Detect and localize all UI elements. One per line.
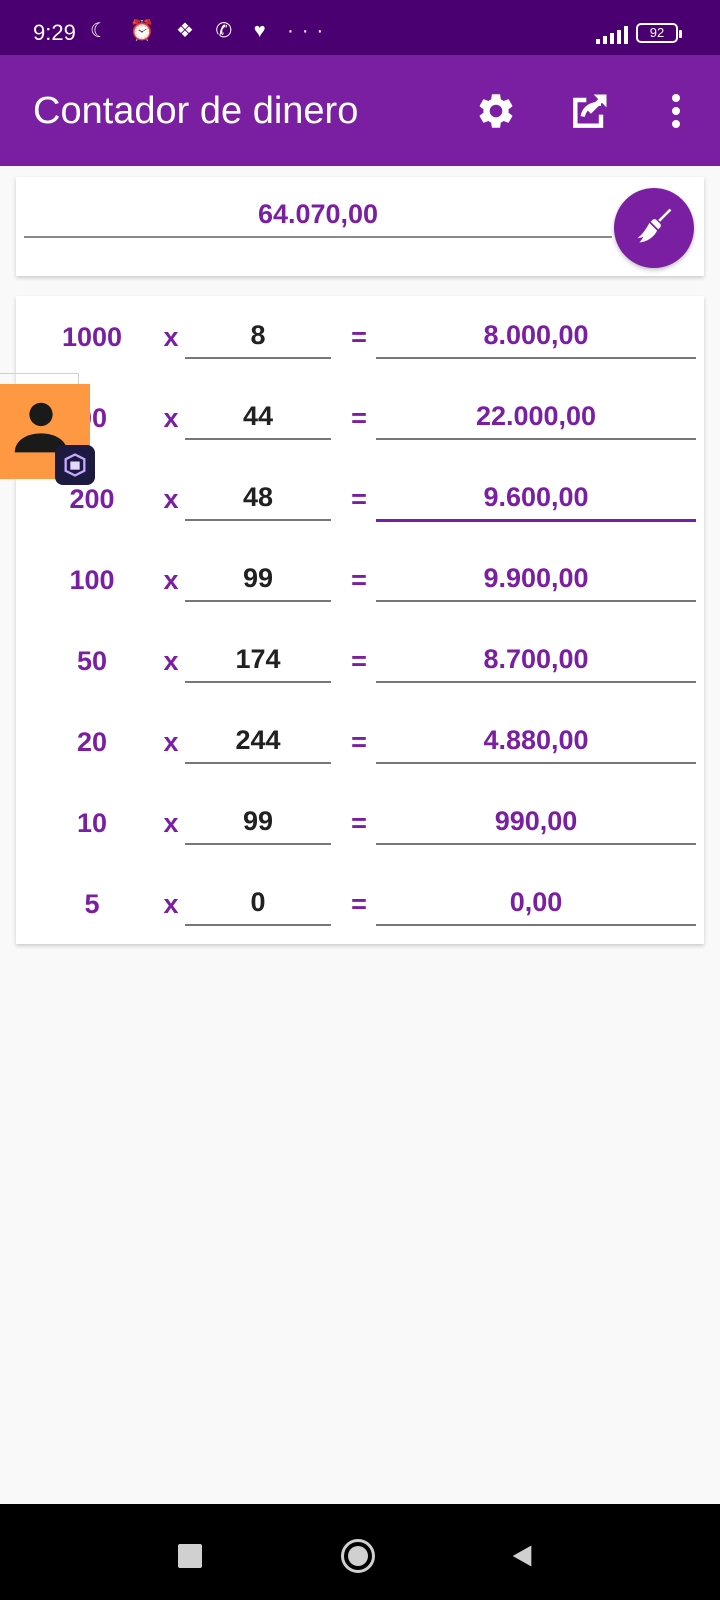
notification-icons: ☾ ⏰ ❖ ✆ ♥ ··· bbox=[90, 20, 332, 42]
subtotal-field[interactable]: 9.900,00 bbox=[376, 563, 696, 602]
quantity-input[interactable]: 99 bbox=[185, 563, 331, 602]
subtotal-field[interactable]: 8.700,00 bbox=[376, 644, 696, 683]
denomination-label: 1000 bbox=[61, 322, 123, 352]
total-card: 64.070,00 bbox=[16, 177, 704, 276]
home-circle-icon[interactable] bbox=[340, 1538, 376, 1574]
subtotal-field[interactable]: 22.000,00 bbox=[376, 401, 696, 440]
total-amount-field[interactable]: 64.070,00 bbox=[24, 199, 612, 238]
subtotal-field[interactable]: 0,00 bbox=[376, 887, 696, 926]
status-bar: 9:29 ☾ ⏰ ❖ ✆ ♥ ··· 92 bbox=[0, 0, 720, 55]
quantity-input[interactable]: 8 bbox=[185, 320, 331, 359]
list-item: 00 x 44 = 22.000,00 bbox=[16, 377, 704, 458]
share-icon[interactable] bbox=[566, 87, 614, 135]
quantity-input[interactable]: 174 bbox=[185, 644, 331, 683]
battery-level: 92 bbox=[649, 25, 665, 40]
subtotal-field[interactable]: 9.600,00 bbox=[376, 482, 696, 522]
subtotal-field[interactable]: 8.000,00 bbox=[376, 320, 696, 359]
denomination-label: 200 bbox=[69, 484, 115, 514]
multiply-sign: x bbox=[163, 727, 179, 757]
list-item: 100 x 99 = 9.900,00 bbox=[16, 539, 704, 620]
signal-icon bbox=[596, 24, 628, 44]
app-bar: Contador de dinero bbox=[0, 55, 720, 166]
recents-square-icon[interactable] bbox=[172, 1538, 208, 1574]
subtotal-field[interactable]: 990,00 bbox=[376, 806, 696, 845]
quantity-input[interactable]: 244 bbox=[185, 725, 331, 764]
multiply-sign: x bbox=[163, 646, 179, 676]
list-item: 5 x 0 = 0,00 bbox=[16, 863, 704, 944]
subtotal-field[interactable]: 4.880,00 bbox=[376, 725, 696, 764]
denomination-label: 20 bbox=[76, 727, 108, 757]
app-title: Contador de dinero bbox=[33, 90, 359, 132]
more-vert-icon[interactable] bbox=[652, 87, 700, 135]
list-item: 50 x 174 = 8.700,00 bbox=[16, 620, 704, 701]
quantity-input[interactable]: 48 bbox=[185, 482, 331, 521]
denomination-label: 10 bbox=[76, 808, 108, 838]
settings-icon[interactable] bbox=[472, 87, 520, 135]
list-item: 10 x 99 = 990,00 bbox=[16, 782, 704, 863]
multiply-sign: x bbox=[163, 565, 179, 595]
system-nav-bar bbox=[0, 1504, 720, 1600]
battery-icon: 92 bbox=[636, 23, 682, 43]
quantity-input[interactable]: 0 bbox=[185, 887, 331, 926]
list-item: 1000 x 8 = 8.000,00 bbox=[16, 296, 704, 377]
back-triangle-icon[interactable] bbox=[504, 1538, 540, 1574]
multiply-sign: x bbox=[163, 808, 179, 838]
multiply-sign: x bbox=[163, 484, 179, 514]
denomination-label: 50 bbox=[76, 646, 108, 676]
app-badge-icon bbox=[55, 445, 95, 485]
multiply-sign: x bbox=[163, 889, 179, 919]
status-time: 9:29 bbox=[33, 20, 76, 45]
multiply-sign: x bbox=[163, 322, 179, 352]
list-item: 20 x 244 = 4.880,00 bbox=[16, 701, 704, 782]
quantity-input[interactable]: 99 bbox=[185, 806, 331, 845]
broom-icon bbox=[632, 204, 676, 253]
denomination-label: 100 bbox=[69, 565, 115, 595]
quantity-input[interactable]: 44 bbox=[185, 401, 331, 440]
list-item: 200 x 48 = 9.600,00 bbox=[16, 458, 704, 539]
denomination-label: 5 bbox=[84, 889, 100, 919]
clear-button[interactable] bbox=[614, 188, 694, 268]
denominations-card: 1000 x 8 = 8.000,00 00 x 44 = 22.000,00 … bbox=[16, 296, 704, 944]
multiply-sign: x bbox=[163, 403, 179, 433]
